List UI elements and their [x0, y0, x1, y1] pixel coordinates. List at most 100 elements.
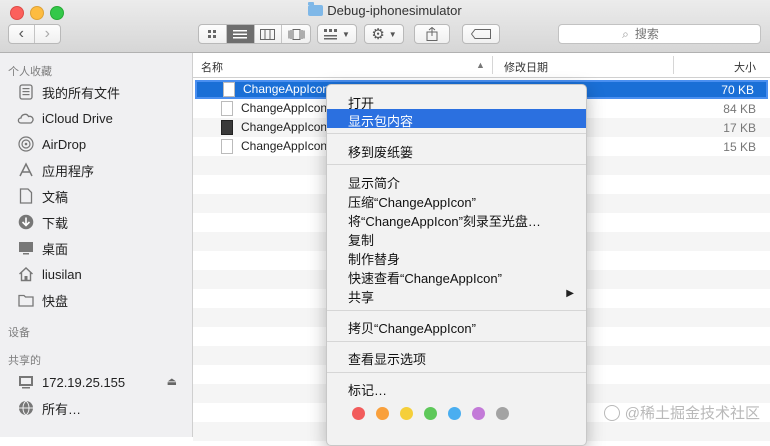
forward-button[interactable]: ›: [35, 25, 60, 43]
desktop-icon: [17, 240, 35, 256]
sidebar-item-icloud-drive[interactable]: iCloud Drive: [17, 107, 187, 129]
column-name[interactable]: 名称: [201, 59, 223, 75]
sidebar-item-server[interactable]: 172.19.25.155 ⏏: [17, 371, 187, 393]
all-files-icon: [17, 84, 35, 100]
sidebar-item-label: 快盘: [42, 293, 69, 309]
executable-icon: [221, 120, 233, 135]
sidebar-item-label: 桌面: [42, 241, 69, 257]
sidebar-item-airdrop[interactable]: AirDrop: [17, 133, 187, 155]
tag-gray[interactable]: [496, 407, 509, 420]
context-menu: 打开 显示包内容 移到废纸篓 显示简介 压缩“ChangeAppIcon” 将“…: [326, 84, 587, 446]
forward-icon: ›: [44, 25, 50, 42]
grid-icon: [207, 29, 216, 38]
chevron-down-icon: ▼: [342, 29, 350, 39]
tag-green[interactable]: [424, 407, 437, 420]
menu-item-make-alias[interactable]: 制作替身: [327, 247, 586, 267]
tag-blue[interactable]: [448, 407, 461, 420]
menu-item-share[interactable]: 共享 ▶: [327, 285, 586, 305]
menu-item-show-package-contents[interactable]: 显示包内容: [327, 109, 586, 129]
file-name: ChangeAppIcon: [241, 101, 328, 115]
download-icon: [17, 214, 35, 230]
file-name: ChangeAppIcon: [241, 120, 328, 134]
sidebar-item-label: liusilan: [42, 266, 82, 282]
devices-header: 设备: [8, 327, 30, 339]
chevron-down-icon: ▼: [388, 29, 397, 39]
eject-icon[interactable]: ⏏: [167, 375, 177, 388]
gear-icon: ⚙: [371, 26, 385, 43]
column-modified[interactable]: 修改日期: [504, 59, 548, 75]
file-size: 17 KB: [723, 121, 756, 135]
menu-item-duplicate[interactable]: 复制: [327, 228, 586, 248]
menu-item-show-view-options[interactable]: 查看显示选项: [327, 347, 586, 367]
menu-item-copy[interactable]: 拷贝“ChangeAppIcon”: [327, 316, 586, 336]
search-input[interactable]: [632, 26, 697, 42]
share-button[interactable]: [414, 24, 450, 44]
tags-button[interactable]: [462, 24, 500, 44]
menu-separator: [327, 341, 586, 342]
sidebar-item-label: 文稿: [42, 189, 69, 205]
sidebar-item-label: iCloud Drive: [42, 110, 113, 126]
airdrop-icon: [17, 136, 35, 152]
search-field[interactable]: ⌕: [558, 24, 761, 44]
tag-yellow[interactable]: [400, 407, 413, 420]
watermark: @稀土掘金技术社区: [603, 402, 760, 423]
coverflow-view-button[interactable]: [282, 25, 310, 43]
tag-orange[interactable]: [376, 407, 389, 420]
column-divider[interactable]: [673, 56, 674, 74]
sidebar-item-kuaipan[interactable]: 快盘: [17, 289, 187, 311]
tag-red[interactable]: [352, 407, 365, 420]
sidebar-item-desktop[interactable]: 桌面: [17, 237, 187, 259]
menu-item-quick-look[interactable]: 快速查看“ChangeAppIcon”: [327, 266, 586, 286]
sidebar-item-documents[interactable]: 文稿: [17, 185, 187, 207]
back-button[interactable]: ‹: [9, 25, 35, 43]
sidebar: 个人收藏 我的所有文件 iCloud Drive AirDrop 应用程序 文稿…: [0, 53, 193, 437]
list-view-button[interactable]: [226, 25, 255, 43]
coverflow-icon: [288, 28, 305, 40]
search-icon: ⌕: [622, 26, 629, 41]
column-view-button[interactable]: [255, 25, 283, 43]
menu-item-tags[interactable]: 标记…: [327, 378, 586, 398]
sidebar-item-home[interactable]: liusilan: [17, 263, 187, 285]
file-name: ChangeAppIcon: [241, 139, 328, 153]
menu-item-compress[interactable]: 压缩“ChangeAppIcon”: [327, 190, 586, 210]
menu-item-label: 显示包内容: [348, 114, 414, 129]
menu-item-label: 查看显示选项: [348, 352, 427, 367]
sidebar-item-label: AirDrop: [42, 136, 87, 152]
file-name: ChangeAppIcon: [243, 82, 330, 96]
favorites-header: 个人收藏: [8, 66, 52, 78]
menu-item-label: 移到废纸篓: [348, 145, 414, 160]
menu-item-label: 拷贝“ChangeAppIcon”: [348, 321, 476, 336]
window-toolbar: Debug-iphonesimulator ‹ › ▼ ⚙ ▼ ⌕: [0, 0, 770, 53]
sidebar-item-all-files[interactable]: 我的所有文件: [17, 81, 187, 103]
menu-item-burn-to-disc[interactable]: 将“ChangeAppIcon”刻录至光盘…: [327, 209, 586, 229]
column-size[interactable]: 大小: [734, 59, 756, 75]
sidebar-item-applications[interactable]: 应用程序: [17, 159, 187, 181]
file-icon: [221, 139, 233, 154]
nav-buttons: ‹ ›: [8, 24, 61, 44]
menu-separator: [327, 164, 586, 165]
sidebar-item-downloads[interactable]: 下载: [17, 211, 187, 233]
action-button[interactable]: ⚙ ▼: [364, 24, 404, 44]
shared-header: 共享的: [8, 355, 41, 367]
sidebar-item-label: 我的所有文件: [42, 85, 121, 101]
icon-view-button[interactable]: [199, 25, 227, 43]
menu-item-open[interactable]: 打开: [327, 91, 586, 111]
tag-purple[interactable]: [472, 407, 485, 420]
column-divider[interactable]: [492, 56, 493, 74]
menu-item-get-info[interactable]: 显示简介: [327, 171, 586, 191]
file-size: 84 KB: [723, 102, 756, 116]
columns-icon: [260, 28, 276, 40]
sidebar-item-label: 应用程序: [42, 163, 95, 179]
network-icon: [17, 400, 35, 416]
menu-item-move-to-trash[interactable]: 移到废纸篓: [327, 140, 586, 160]
sidebar-item-label: 下载: [42, 215, 69, 231]
window-title-text: Debug-iphonesimulator: [327, 3, 462, 18]
juejin-logo-icon: [603, 404, 620, 421]
sidebar-item-all-shared[interactable]: 所有…: [17, 397, 187, 419]
file-size: 15 KB: [723, 140, 756, 154]
menu-separator: [327, 133, 586, 134]
arrange-button[interactable]: ▼: [317, 24, 357, 44]
server-icon: [17, 374, 35, 390]
sidebar-item-label: 172.19.25.155: [42, 374, 126, 390]
back-icon: ‹: [18, 25, 24, 42]
